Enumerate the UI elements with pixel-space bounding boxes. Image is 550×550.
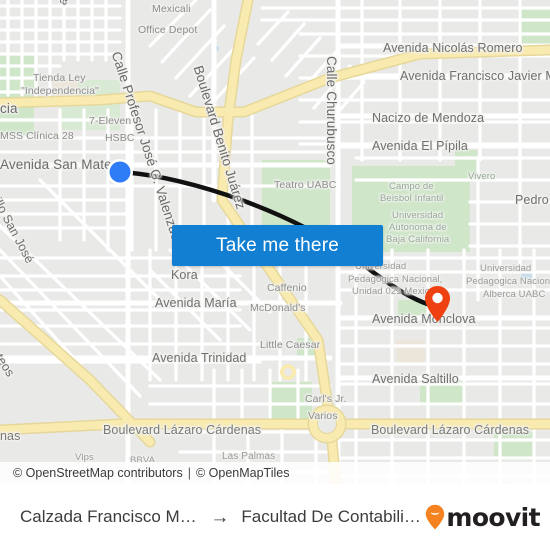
attribution-osm[interactable]: © OpenStreetMap contributors [13,466,183,480]
route-destination-label: Facultad De Contabilida... [241,507,422,526]
moovit-pin-icon [426,504,445,530]
arrow-right-icon: → [210,506,230,528]
take-me-there-button[interactable]: Take me there [172,225,383,266]
route-summary: Calzada Francisco Mon... → Facultad De C… [20,507,421,527]
footer-bar: Calzada Francisco Mon... → Facultad De C… [0,484,550,550]
destination-pin [425,286,450,322]
moovit-logo[interactable]: moovit [425,502,541,532]
moovit-map-screen: Mexicali Office Depot Avenida Nicolás Rome… [0,0,550,550]
origin-dot [107,159,133,185]
map-canvas[interactable]: Mexicali Office Depot Avenida Nicolás Rome… [0,0,550,484]
route-origin-label: Calzada Francisco Mon... [20,507,199,526]
attribution-separator: | [187,466,191,480]
attribution-tiles[interactable]: © OpenMapTiles [196,466,290,480]
moovit-wordmark: moovit [446,502,540,532]
map-attribution: © OpenStreetMap contributors | © OpenMap… [0,462,550,484]
